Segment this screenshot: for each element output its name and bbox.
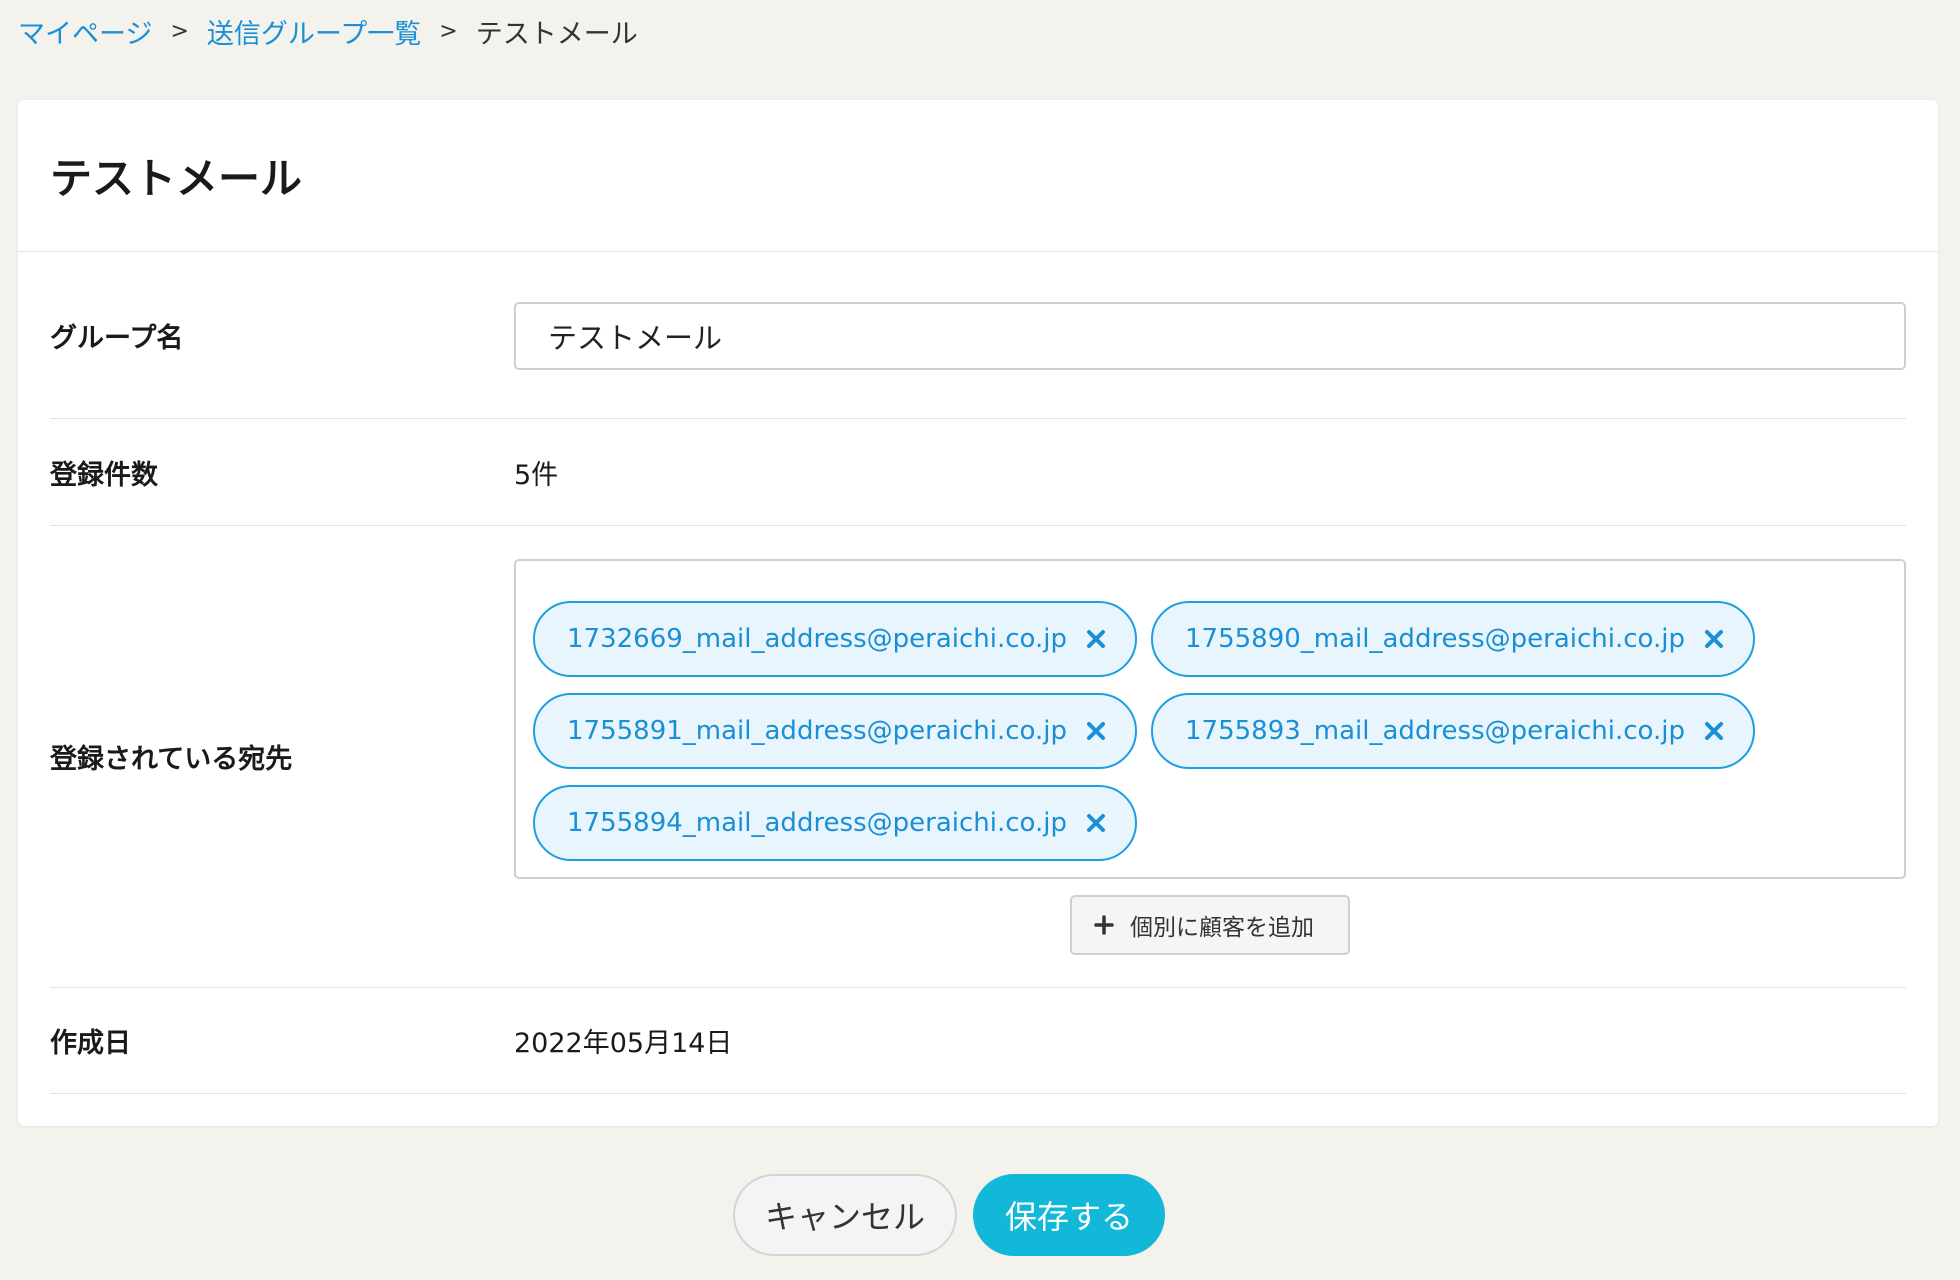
close-icon[interactable]	[1085, 720, 1107, 742]
group-name-input[interactable]	[514, 301, 1906, 370]
cancel-button[interactable]: キャンセル	[733, 1174, 957, 1256]
save-button[interactable]: 保存する	[973, 1174, 1165, 1256]
recipient-email: 1755891_mail_address@peraichi.co.jp	[567, 716, 1067, 746]
group-detail-card: テストメール グループ名 登録件数 5件 登録されている宛先 1732669_m…	[18, 100, 1938, 1126]
breadcrumb-link-mypage[interactable]: マイページ	[18, 12, 152, 51]
recipient-tag: 1755893_mail_address@peraichi.co.jp	[1151, 693, 1755, 769]
close-icon[interactable]	[1085, 628, 1107, 650]
group-name-row: グループ名	[50, 253, 1906, 419]
count-row: 登録件数 5件	[50, 419, 1906, 526]
close-icon[interactable]	[1703, 628, 1725, 650]
form-actions: キャンセル 保存する	[0, 1174, 1960, 1256]
recipient-tag: 1755894_mail_address@peraichi.co.jp	[533, 785, 1137, 861]
created-value: 2022年05月14日	[514, 1028, 733, 1059]
recipient-tag-box: 1732669_mail_address@peraichi.co.jp 1755…	[514, 559, 1906, 879]
breadcrumb-link-group-list[interactable]: 送信グループ一覧	[207, 12, 421, 51]
group-form: グループ名 登録件数 5件 登録されている宛先 1732669_mail_add…	[50, 253, 1906, 1094]
recipient-email: 1732669_mail_address@peraichi.co.jp	[567, 624, 1067, 654]
breadcrumb-separator: >	[170, 18, 189, 44]
card-header: テストメール	[18, 100, 1938, 252]
plus-icon	[1094, 915, 1114, 935]
recipients-row: 登録されている宛先 1732669_mail_address@peraichi.…	[50, 526, 1906, 988]
breadcrumb: マイページ > 送信グループ一覧 > テストメール	[18, 10, 638, 52]
group-name-label: グループ名	[50, 323, 184, 354]
recipient-tag: 1755890_mail_address@peraichi.co.jp	[1151, 601, 1755, 677]
add-customer-button[interactable]: 個別に顧客を追加	[1070, 895, 1350, 955]
breadcrumb-current: テストメール	[475, 18, 638, 50]
breadcrumb-separator: >	[439, 18, 458, 44]
created-row: 作成日 2022年05月14日	[50, 988, 1906, 1094]
close-icon[interactable]	[1703, 720, 1725, 742]
page-title: テストメール	[50, 154, 303, 203]
add-customer-label: 個別に顧客を追加	[1130, 915, 1314, 941]
recipient-tag: 1755891_mail_address@peraichi.co.jp	[533, 693, 1137, 769]
recipients-cell: 1732669_mail_address@peraichi.co.jp 1755…	[514, 526, 1906, 987]
created-label: 作成日	[50, 1028, 131, 1059]
close-icon[interactable]	[1085, 812, 1107, 834]
recipient-email: 1755894_mail_address@peraichi.co.jp	[567, 808, 1067, 838]
count-value: 5件	[514, 459, 559, 491]
recipient-email: 1755893_mail_address@peraichi.co.jp	[1185, 716, 1685, 746]
group-name-value-cell	[514, 253, 1906, 418]
recipient-email: 1755890_mail_address@peraichi.co.jp	[1185, 624, 1685, 654]
count-label: 登録件数	[50, 459, 158, 491]
recipients-label: 登録されている宛先	[50, 744, 293, 775]
recipient-tag: 1732669_mail_address@peraichi.co.jp	[533, 601, 1137, 677]
